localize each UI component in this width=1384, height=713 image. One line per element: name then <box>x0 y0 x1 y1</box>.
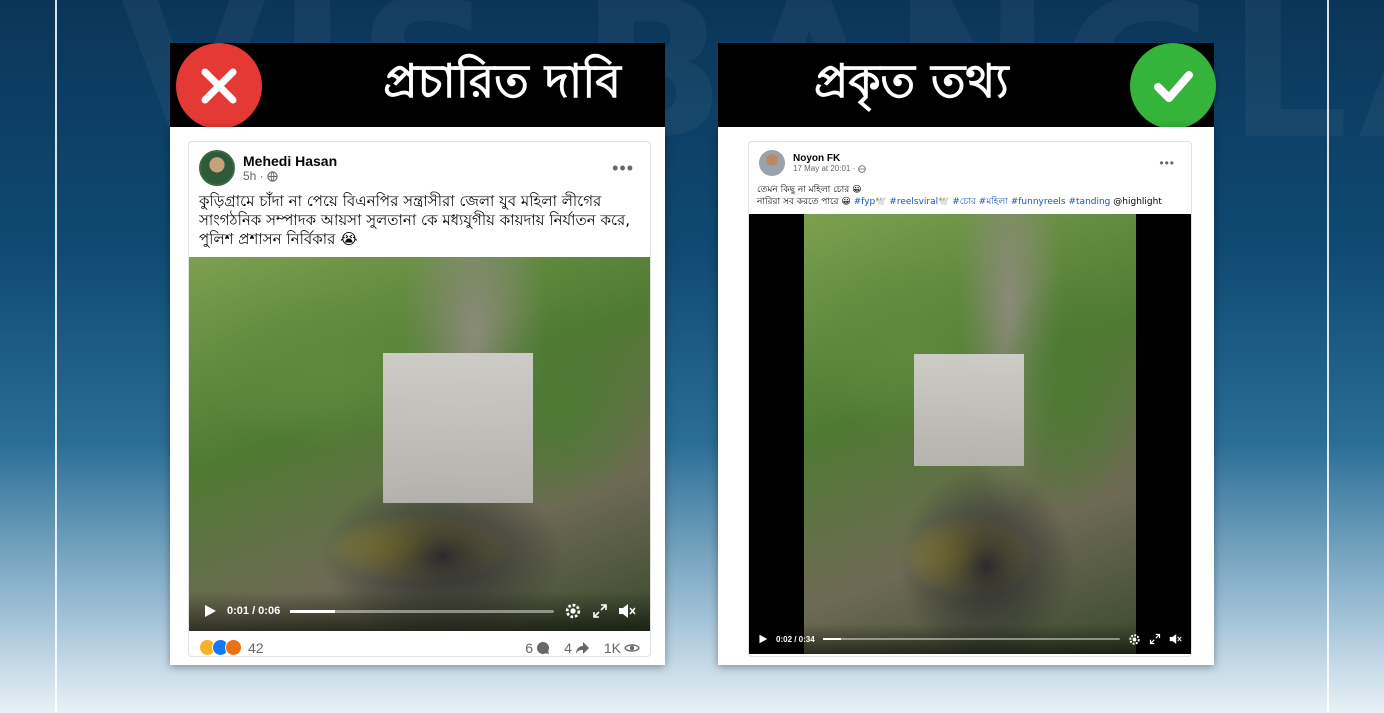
fact-panel: প্রকৃত তথ্য Noyon FK 17 May at 20:01 · •… <box>718 43 1216 665</box>
post-header: Noyon FK 17 May at 20:01 · ••• <box>749 142 1191 180</box>
comments-count: 6 <box>525 639 534 656</box>
video-player[interactable]: 0:02 / 0:34 <box>749 214 1191 654</box>
reactions-count[interactable]: 42 <box>248 640 264 656</box>
video-progress-fill <box>290 609 336 613</box>
reactions[interactable] <box>199 639 242 656</box>
video-player[interactable]: 0:01 / 0:06 <box>189 257 650 631</box>
post-footer: 42 6 4 1K <box>189 631 650 656</box>
claim-card: Mehedi Hasan 5h · ••• কুড়িগ্রামে চাঁদা … <box>170 127 665 665</box>
play-icon[interactable] <box>203 604 217 618</box>
views-count: 1K <box>603 639 621 656</box>
caption-line-2: নারিরা সব করতে পারে 😀 #fyp🕊️ #reelsviral… <box>757 196 1183 208</box>
views-stat[interactable]: 1K <box>604 640 640 656</box>
fullscreen-icon[interactable] <box>1149 633 1161 645</box>
settings-icon[interactable] <box>564 602 582 620</box>
claim-panel: প্রচারিত দাবি Mehedi Hasan 5h · ••• কুড়… <box>170 43 665 665</box>
video-progress-bar[interactable] <box>822 638 1120 640</box>
post-header: Mehedi Hasan 5h · ••• <box>189 142 650 190</box>
video-controls: 0:02 / 0:34 <box>749 624 1191 654</box>
mute-icon[interactable] <box>1169 633 1182 645</box>
post-author-info: Mehedi Hasan 5h · <box>243 153 612 183</box>
mute-icon[interactable] <box>618 603 636 619</box>
eye-icon <box>624 643 640 652</box>
more-options-icon[interactable]: ••• <box>1159 156 1181 170</box>
video-controls: 0:01 / 0:06 <box>189 591 650 631</box>
globe-icon <box>858 164 867 173</box>
claim-banner: প্রচারিত দাবি <box>170 43 665 129</box>
post-author-info: Noyon FK 17 May at 20:01 · <box>793 153 1159 173</box>
blurred-face <box>383 353 533 503</box>
avatar[interactable] <box>199 150 235 186</box>
video-time: 0:01 / 0:06 <box>227 605 281 617</box>
mention[interactable]: @highlight <box>1113 197 1162 207</box>
shares-count: 4 <box>564 639 572 656</box>
comment-icon <box>537 641 550 654</box>
settings-icon[interactable] <box>1128 633 1141 646</box>
play-icon[interactable] <box>758 634 768 644</box>
video-progress-fill <box>822 638 841 640</box>
caption-line-1: তেমন কিছু না মহিলা চোর 😀 <box>757 185 862 195</box>
hashtags-link[interactable]: #fyp🕊️ #reelsviral🕊️ #চোর #মহিলা #funnyr… <box>854 197 1111 207</box>
check-icon <box>1130 43 1216 129</box>
shares-stat[interactable]: 4 <box>564 640 590 656</box>
post-meta: 5h · <box>243 169 612 183</box>
video-progress-bar[interactable] <box>290 609 554 613</box>
video-time: 0:02 / 0:34 <box>776 634 815 644</box>
avatar[interactable] <box>759 150 785 176</box>
fact-banner-text: প্রকৃত তথ্য <box>814 54 1009 108</box>
fullscreen-icon[interactable] <box>592 603 608 619</box>
caption-line-2-text: নারিরা সব করতে পারে 😀 <box>757 197 851 207</box>
post-time[interactable]: 17 May at 20:01 · <box>793 164 855 173</box>
post-caption: তেমন কিছু না মহিলা চোর 😀 নারিরা সব করতে … <box>749 180 1191 214</box>
post-time[interactable]: 5h · <box>243 169 264 183</box>
angry-reaction-icon <box>225 639 242 656</box>
globe-icon <box>267 170 278 182</box>
facebook-post: Mehedi Hasan 5h · ••• কুড়িগ্রামে চাঁদা … <box>188 141 651 657</box>
more-options-icon[interactable]: ••• <box>612 158 640 179</box>
post-caption: কুড়িগ্রামে চাঁদা না পেয়ে বিএনপির সন্ত্… <box>199 192 631 248</box>
claim-banner-text: প্রচারিত দাবি <box>383 54 621 108</box>
post-meta: 17 May at 20:01 · <box>793 164 1159 173</box>
blurred-face <box>914 354 1024 466</box>
fact-banner: প্রকৃত তথ্য <box>718 43 1216 129</box>
facebook-post: Noyon FK 17 May at 20:01 · ••• তেমন কিছু… <box>748 141 1192 657</box>
left-edge-line <box>55 0 57 713</box>
share-icon <box>575 641 589 654</box>
author-name[interactable]: Noyon FK <box>793 153 1159 164</box>
comments-stat[interactable]: 6 <box>525 640 550 656</box>
cross-icon <box>176 43 262 129</box>
fact-card: Noyon FK 17 May at 20:01 · ••• তেমন কিছু… <box>718 127 1214 665</box>
author-name[interactable]: Mehedi Hasan <box>243 153 612 169</box>
